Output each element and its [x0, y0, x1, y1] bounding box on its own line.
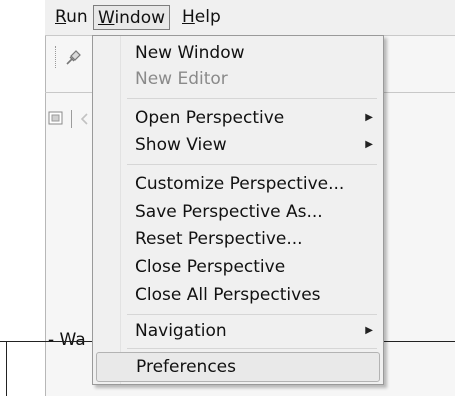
menu-window-label: indow [114, 8, 166, 28]
menu-item-navigation[interactable]: Navigation ▶ [93, 318, 383, 344]
menu-item-reset-perspective[interactable]: Reset Perspective... [93, 226, 383, 252]
menu-item-label: Show View [135, 135, 227, 155]
menu-item-label: Reset Perspective... [135, 229, 303, 249]
menu-item-new-window[interactable]: New Window [93, 40, 383, 66]
menu-item-preferences[interactable]: Preferences [96, 352, 380, 382]
menu-item-label: Preferences [136, 357, 236, 377]
menu-separator [127, 348, 377, 349]
view-menu-icon[interactable] [46, 109, 66, 127]
menu-item-label: Close Perspective [135, 257, 286, 277]
menu-item-label: New Editor [135, 69, 228, 89]
menu-item-new-editor: New Editor [93, 66, 383, 92]
menu-item-label: Open Perspective [135, 108, 285, 128]
menu-separator [127, 164, 377, 165]
menu-item-customize-perspective[interactable]: Customize Perspective... [93, 171, 383, 197]
submenu-arrow-icon: ▶ [365, 112, 373, 123]
menu-separator [127, 98, 377, 99]
menu-item-close-all-perspectives[interactable]: Close All Perspectives [93, 282, 383, 308]
editor-title-fragment: - Wa [48, 330, 86, 350]
back-arrow-icon[interactable] [77, 111, 93, 127]
toolbar-separator [71, 110, 72, 128]
callout-line-vertical [6, 342, 7, 396]
menu-window-mnemonic: W [98, 8, 115, 28]
menu-run[interactable]: Run [50, 5, 93, 30]
menu-help[interactable]: Help [177, 5, 226, 30]
submenu-arrow-icon: ▶ [365, 139, 373, 150]
window-menu-dropdown: New Window New Editor Open Perspective ▶… [92, 35, 384, 385]
toolbar-grip-handle[interactable] [55, 46, 58, 68]
menu-item-label: Navigation [135, 321, 227, 341]
menu-item-label: Save Perspective As... [135, 202, 323, 222]
menu-separator [127, 314, 377, 315]
menu-item-label: New Window [135, 43, 245, 63]
menu-window[interactable]: Window [93, 5, 171, 30]
menu-item-close-perspective[interactable]: Close Perspective [93, 254, 383, 280]
submenu-arrow-icon: ▶ [365, 325, 373, 336]
menu-run-label: un [66, 7, 88, 27]
menu-run-mnemonic: R [55, 7, 67, 27]
menu-item-open-perspective[interactable]: Open Perspective ▶ [93, 105, 383, 131]
menu-item-label: Customize Perspective... [135, 174, 345, 194]
menu-help-mnemonic: H [182, 7, 195, 27]
menu-help-label: elp [194, 7, 221, 27]
menu-item-save-perspective-as[interactable]: Save Perspective As... [93, 199, 383, 225]
menu-item-show-view[interactable]: Show View ▶ [93, 132, 383, 158]
menu-item-label: Close All Perspectives [135, 285, 321, 305]
pin-icon[interactable] [62, 47, 84, 69]
